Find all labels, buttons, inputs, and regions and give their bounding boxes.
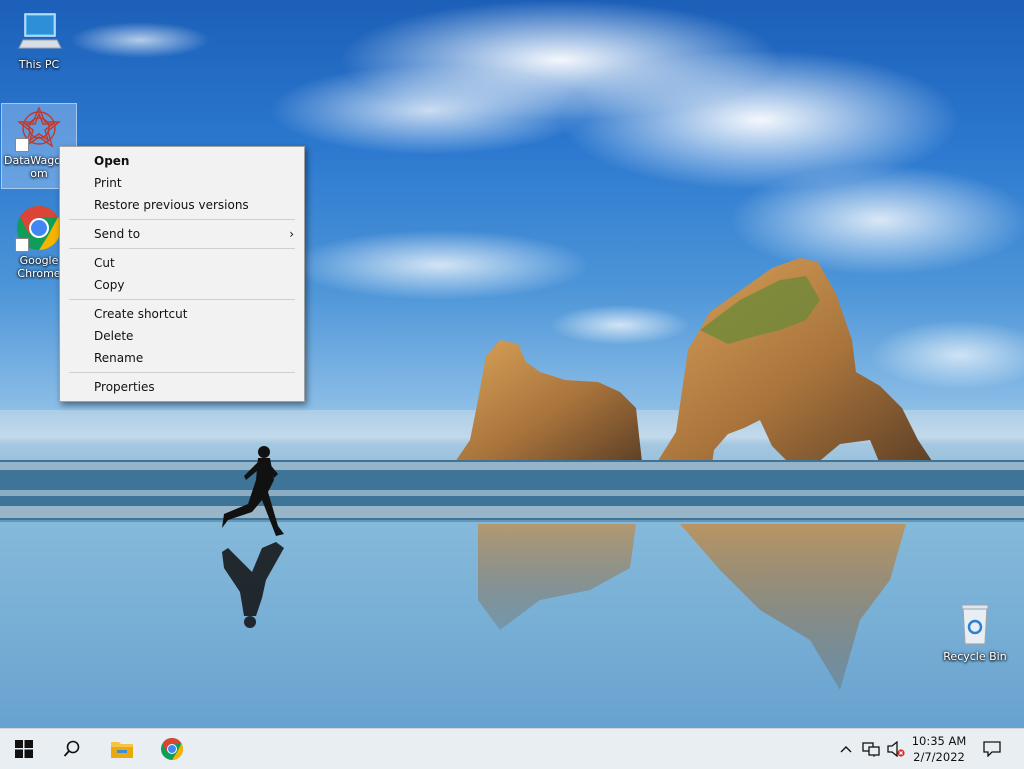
search-icon (63, 740, 80, 757)
start-button[interactable] (0, 729, 48, 769)
chrome-taskbar-button[interactable] (148, 729, 196, 769)
menu-item-rename[interactable]: Rename (60, 347, 304, 369)
desktop-icon-this-pc[interactable]: This PC (2, 8, 76, 71)
menu-item-copy[interactable]: Copy (60, 274, 304, 296)
volume-button[interactable] (884, 729, 908, 769)
menu-item-label: Restore previous versions (94, 198, 249, 212)
shortcut-arrow-icon (15, 238, 29, 252)
menu-item-label: Open (94, 154, 130, 168)
menu-item-delete[interactable]: Delete (60, 325, 304, 347)
desktop-icon-label: Recycle Bin (943, 650, 1007, 663)
menu-item-print[interactable]: Print (60, 172, 304, 194)
menu-separator (69, 248, 295, 249)
desktop-icon-recycle-bin[interactable]: Recycle Bin (938, 600, 1012, 663)
recycle-bin-icon (951, 600, 999, 648)
menu-separator (69, 219, 295, 220)
desktop-icon-label: This PC (18, 58, 60, 71)
menu-item-open[interactable]: Open (60, 150, 304, 172)
menu-item-create-shortcut[interactable]: Create shortcut (60, 303, 304, 325)
network-button[interactable] (858, 729, 884, 769)
menu-item-restore-previous-versions[interactable]: Restore previous versions (60, 194, 304, 216)
file-explorer-icon (111, 742, 133, 758)
datawagon-icon (15, 104, 63, 152)
menu-item-label: Delete (94, 329, 134, 343)
this-pc-icon (15, 8, 63, 56)
chrome-icon (161, 738, 183, 760)
context-menu: Open Print Restore previous versions Sen… (59, 146, 305, 402)
show-hidden-icons-button[interactable] (834, 729, 858, 769)
chevron-up-icon (840, 746, 852, 753)
network-icon (862, 742, 880, 757)
clock-time: 10:35 AM (911, 734, 967, 748)
submenu-arrow-icon: › (289, 227, 294, 241)
shortcut-arrow-icon (15, 138, 29, 152)
menu-item-properties[interactable]: Properties (60, 376, 304, 398)
menu-item-label: Print (94, 176, 122, 190)
windows-start-icon (15, 740, 33, 758)
menu-item-cut[interactable]: Cut (60, 252, 304, 274)
action-center-button[interactable] (972, 729, 1012, 769)
menu-item-label: Send to (94, 227, 141, 241)
menu-item-label: Rename (94, 351, 144, 365)
clock-date: 2/7/2022 (913, 750, 965, 764)
menu-separator (69, 299, 295, 300)
menu-item-label: Copy (94, 278, 125, 292)
menu-item-label: Properties (94, 380, 155, 394)
search-button[interactable] (48, 729, 96, 769)
chrome-icon (15, 204, 63, 252)
volume-muted-icon (887, 741, 905, 757)
menu-separator (69, 372, 295, 373)
taskbar: 10:35 AM 2/7/2022 (0, 728, 1024, 769)
menu-item-send-to[interactable]: Send to › (60, 223, 304, 245)
menu-item-label: Cut (94, 256, 115, 270)
file-explorer-button[interactable] (98, 729, 146, 769)
notification-icon (983, 741, 1001, 757)
menu-item-label: Create shortcut (94, 307, 188, 321)
clock[interactable]: 10:35 AM 2/7/2022 (906, 733, 972, 765)
